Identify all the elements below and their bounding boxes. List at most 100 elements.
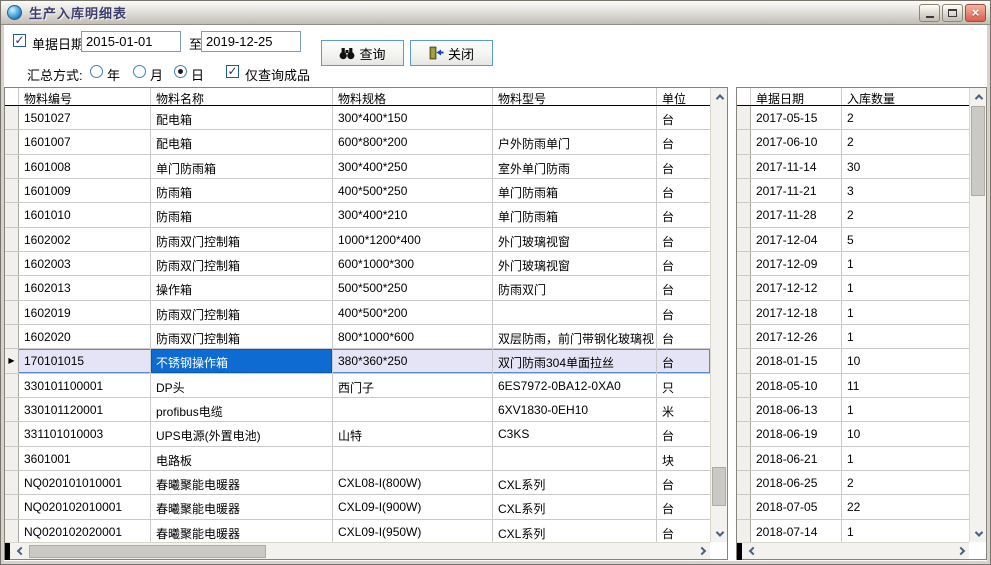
table-row[interactable]: 2017-12-121 (737, 276, 969, 300)
row-selector[interactable] (737, 203, 751, 226)
row-selector[interactable] (737, 301, 751, 324)
cell[interactable]: 2018-06-21 (751, 447, 842, 470)
row-selector[interactable] (5, 228, 19, 251)
table-row[interactable]: 1602020防雨双门控制箱800*1000*600双层防雨，前门带钢化玻璃视台 (5, 325, 710, 349)
cell[interactable]: 双门防雨304单面拉丝 (493, 349, 657, 372)
row-selector[interactable] (5, 374, 19, 397)
radio-year[interactable] (90, 65, 103, 78)
cell[interactable]: 331101010003 (19, 422, 151, 445)
cell[interactable]: CXL08-I(800W) (333, 471, 493, 494)
cell[interactable]: CXL系列 (493, 520, 657, 542)
cell[interactable] (333, 398, 493, 421)
row-selector[interactable] (5, 301, 19, 324)
splitter-handle[interactable] (737, 543, 742, 560)
cell[interactable]: 300*400*250 (333, 155, 493, 178)
cell[interactable]: 不锈钢操作箱 (151, 349, 333, 372)
cell[interactable]: 1602019 (19, 301, 151, 324)
date-from-input[interactable] (81, 31, 181, 52)
finished-goods-checkbox[interactable]: ✓ (226, 65, 239, 78)
table-row[interactable]: NQ020102010001春曦聚能电暖器CXL09-I(900W)CXL系列台 (5, 495, 710, 519)
cell[interactable]: 台 (657, 301, 710, 324)
cell[interactable]: 380*360*250 (333, 349, 493, 372)
cell[interactable]: 1 (842, 276, 969, 299)
table-row[interactable]: 1602019防雨双门控制箱400*500*200台 (5, 301, 710, 325)
table-row[interactable]: 2018-06-1910 (737, 422, 969, 446)
row-selector[interactable] (737, 228, 751, 251)
cell[interactable]: 800*1000*600 (333, 325, 493, 348)
cell[interactable] (493, 301, 657, 324)
cell[interactable]: UPS电源(外置电池) (151, 422, 333, 445)
row-selector[interactable] (5, 276, 19, 299)
cell[interactable]: 1000*1200*400 (333, 228, 493, 251)
table-row[interactable]: ▶170101015不锈钢操作箱380*360*250双门防雨304单面拉丝台 (5, 349, 710, 373)
cell[interactable]: 台 (657, 276, 710, 299)
cell[interactable]: 台 (657, 130, 710, 153)
column-header[interactable]: 入库数量 (842, 88, 969, 105)
cell[interactable]: 1 (842, 301, 969, 324)
cell[interactable]: 山特 (333, 422, 493, 445)
cell[interactable]: 2 (842, 203, 969, 226)
cell[interactable]: 春曦聚能电暖器 (151, 471, 333, 494)
column-header[interactable]: 物料编号 (19, 88, 151, 105)
scroll-down-button[interactable] (970, 525, 987, 542)
cell[interactable]: 2017-06-10 (751, 130, 842, 153)
horizontal-scrollbar[interactable] (5, 542, 710, 559)
cell[interactable]: 台 (657, 252, 710, 275)
cell[interactable]: 1602003 (19, 252, 151, 275)
cell[interactable]: NQ020102010001 (19, 495, 151, 518)
row-selector[interactable] (5, 398, 19, 421)
table-row[interactable]: 2017-12-181 (737, 301, 969, 325)
cell[interactable]: 操作箱 (151, 276, 333, 299)
cell[interactable]: 台 (657, 228, 710, 251)
column-header[interactable]: 物料名称 (151, 88, 333, 105)
cell[interactable]: 2017-11-21 (751, 179, 842, 202)
cell[interactable]: 只 (657, 374, 710, 397)
row-selector[interactable] (737, 276, 751, 299)
cell[interactable]: 春曦聚能电暖器 (151, 495, 333, 518)
cell[interactable] (333, 447, 493, 470)
table-row[interactable]: 2017-12-261 (737, 325, 969, 349)
cell[interactable]: 330101100001 (19, 374, 151, 397)
table-row[interactable]: 331101010003UPS电源(外置电池)山特C3KS台 (5, 422, 710, 446)
cell[interactable]: 2017-11-28 (751, 203, 842, 226)
cell[interactable]: 台 (657, 155, 710, 178)
table-row[interactable]: 2017-06-102 (737, 130, 969, 154)
table-row[interactable]: NQ020102020001春曦聚能电暖器CXL09-I(950W)CXL系列台 (5, 520, 710, 542)
row-selector[interactable] (5, 155, 19, 178)
cell[interactable]: 2018-07-05 (751, 495, 842, 518)
cell[interactable]: CXL系列 (493, 471, 657, 494)
row-selector[interactable] (5, 252, 19, 275)
cell[interactable]: 3601001 (19, 447, 151, 470)
cell[interactable]: 300*400*210 (333, 203, 493, 226)
cell[interactable]: 2017-12-09 (751, 252, 842, 275)
scroll-left-button[interactable] (12, 543, 29, 560)
table-row[interactable]: 1601010防雨箱300*400*210单门防雨箱台 (5, 203, 710, 227)
cell[interactable]: 防雨双门控制箱 (151, 325, 333, 348)
scroll-up-button[interactable] (711, 88, 728, 105)
cell[interactable]: CXL系列 (493, 495, 657, 518)
cell[interactable]: C3KS (493, 422, 657, 445)
row-selector[interactable] (5, 325, 19, 348)
cell[interactable]: 500*500*250 (333, 276, 493, 299)
row-selector[interactable] (5, 495, 19, 518)
row-selector[interactable] (737, 349, 751, 372)
cell[interactable]: 双层防雨，前门带钢化玻璃视 (493, 325, 657, 348)
row-selector[interactable] (737, 325, 751, 348)
title-bar[interactable]: 生产入库明细表 × (1, 1, 990, 25)
cell[interactable]: 22 (842, 495, 969, 518)
table-row[interactable]: 2018-01-1510 (737, 349, 969, 373)
table-row[interactable]: 2018-06-211 (737, 447, 969, 471)
horizontal-scrollbar[interactable] (737, 542, 969, 559)
cell[interactable]: 600*800*200 (333, 130, 493, 153)
vertical-scrollbar[interactable] (710, 88, 727, 542)
row-selector[interactable] (737, 495, 751, 518)
column-header[interactable]: 单位 (657, 88, 710, 105)
table-row[interactable]: 2018-05-1011 (737, 374, 969, 398)
table-row[interactable]: 1601008单门防雨箱300*400*250室外单门防雨台 (5, 155, 710, 179)
row-selector[interactable] (5, 447, 19, 470)
cell[interactable]: 1 (842, 325, 969, 348)
cell[interactable]: 台 (657, 349, 710, 372)
cell[interactable]: 防雨双门 (493, 276, 657, 299)
cell[interactable]: 1602020 (19, 325, 151, 348)
cell[interactable]: 台 (657, 203, 710, 226)
